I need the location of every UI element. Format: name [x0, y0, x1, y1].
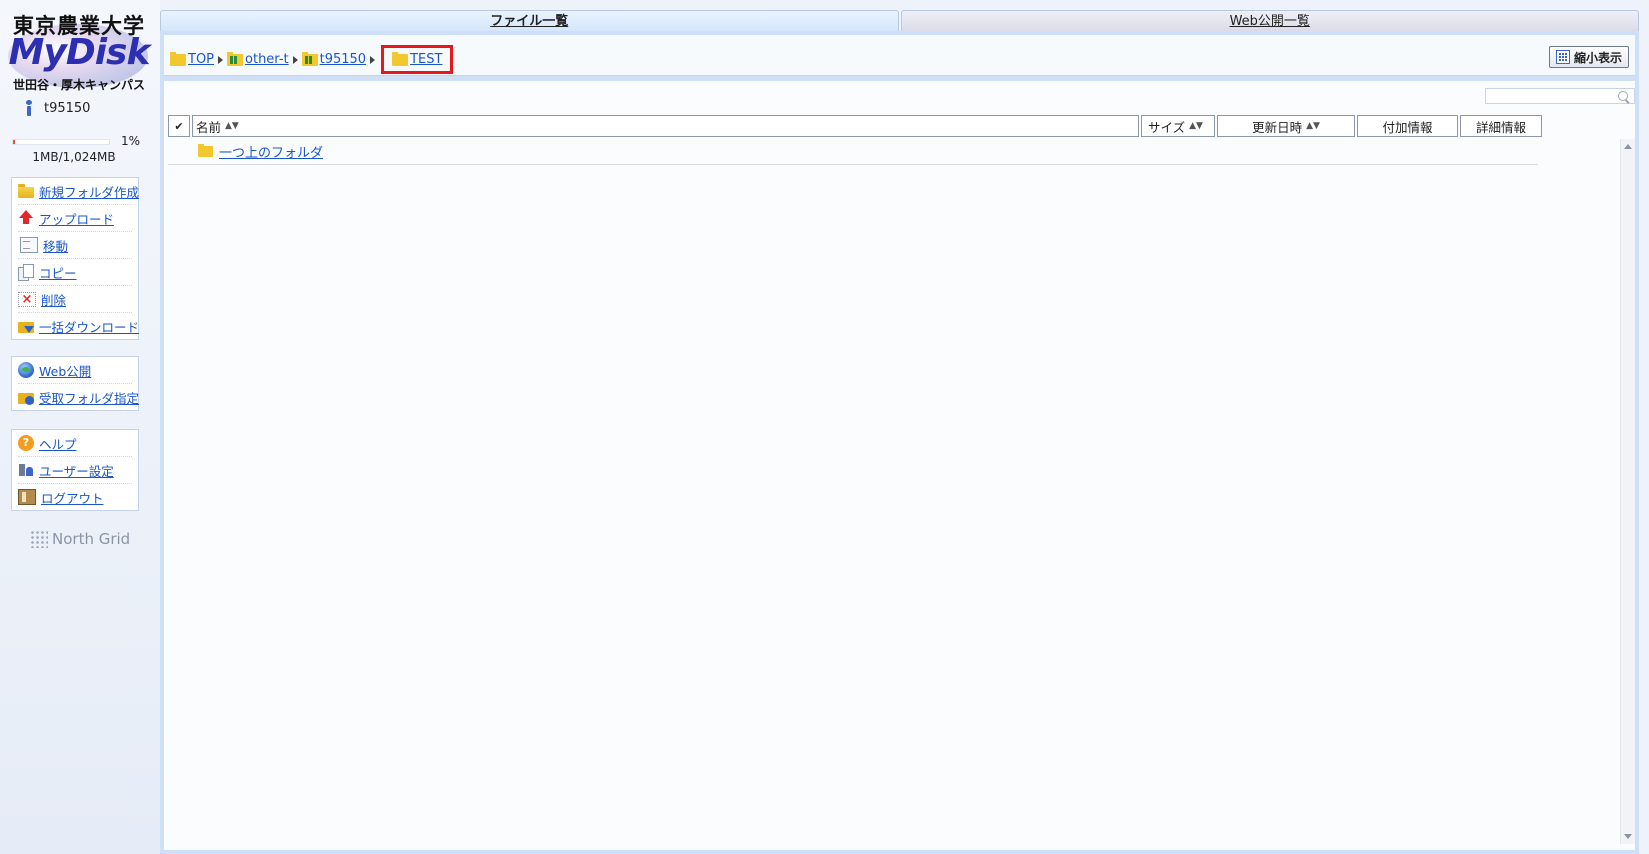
user-icon: [24, 100, 34, 116]
breadcrumb-other-t[interactable]: other-t: [227, 51, 289, 67]
account-menu: ? ヘルプ ユーザー設定 ログアウト: [11, 429, 139, 511]
globe-icon: [18, 362, 34, 378]
logout-icon: [18, 489, 36, 505]
folder-icon: [170, 51, 186, 66]
tab-file-list[interactable]: ファイル一覧: [160, 10, 899, 32]
copy-icon: [18, 264, 34, 281]
list-item[interactable]: 一つ上のフォルダ: [168, 139, 1538, 165]
column-detail-info: 詳細情報: [1460, 115, 1542, 137]
receive-folder-icon: [18, 393, 34, 405]
menu-move-label[interactable]: 移動: [43, 236, 68, 255]
menu-delete-label[interactable]: 削除: [41, 290, 66, 309]
tab-web-publish-list[interactable]: Web公開一覧: [900, 10, 1639, 32]
menu-help[interactable]: ? ヘルプ: [18, 430, 132, 457]
menu-bulk-download[interactable]: 一括ダウンロード: [18, 313, 139, 339]
menu-receive-folder-label[interactable]: 受取フォルダ指定: [39, 388, 139, 407]
quota-percent: 1%: [120, 134, 140, 148]
sort-arrows-icon[interactable]: ▲▼: [1306, 121, 1320, 131]
upload-icon: [18, 210, 34, 226]
user-name: t95150: [44, 100, 91, 116]
breadcrumb-bar: TOP other-t t95150 TEST 縮小表示: [164, 35, 1635, 76]
delete-icon: ×: [18, 291, 36, 307]
breadcrumb-separator-icon: [370, 55, 376, 64]
breadcrumb-t95150[interactable]: t95150: [301, 51, 366, 67]
menu-new-folder-label[interactable]: 新規フォルダ作成: [39, 182, 139, 201]
quota-bar-fill: [13, 140, 15, 144]
menu-move[interactable]: 移動: [18, 232, 132, 259]
north-grid-icon: [30, 530, 48, 548]
sort-arrows-icon[interactable]: ▲▼: [1189, 121, 1203, 131]
breadcrumb: TOP other-t t95150 TEST: [170, 45, 454, 74]
vertical-scrollbar[interactable]: [1620, 139, 1635, 844]
logo-campus-name: 世田谷・厚木キャンパス: [12, 78, 145, 92]
breadcrumb-other-t-label[interactable]: other-t: [245, 52, 289, 67]
menu-receive-folder[interactable]: 受取フォルダ指定: [18, 384, 139, 410]
move-icon: [20, 237, 38, 253]
breadcrumb-separator-icon: [218, 55, 224, 64]
main-content: ファイル一覧 Web公開一覧 TOP other-t t95150 TEST 縮…: [160, 0, 1649, 854]
quota-bar: [12, 139, 110, 145]
column-size[interactable]: サイズ ▲▼: [1141, 115, 1215, 137]
breadcrumb-test[interactable]: TEST: [381, 45, 454, 74]
sidebar: 東京農業大学 MyDisk 世田谷・厚木キャンパス t95150 1% 1MB/…: [0, 0, 160, 854]
help-icon: ?: [18, 435, 34, 451]
menu-user-settings[interactable]: ユーザー設定: [18, 457, 132, 484]
select-all-checkbox[interactable]: ✔: [168, 115, 190, 137]
column-date[interactable]: 更新日時 ▲▼: [1217, 115, 1355, 137]
logo-product-name: MyDisk: [8, 32, 151, 73]
menu-copy[interactable]: コピー: [18, 259, 132, 286]
menu-user-settings-label[interactable]: ユーザー設定: [39, 461, 114, 480]
menu-copy-label[interactable]: コピー: [39, 263, 77, 282]
menu-logout[interactable]: ログアウト: [18, 484, 132, 510]
column-size-label: サイズ: [1148, 119, 1186, 135]
tab-bar: ファイル一覧 Web公開一覧: [160, 10, 1639, 32]
shrink-view-label: 縮小表示: [1573, 50, 1622, 65]
menu-logout-label[interactable]: ログアウト: [41, 488, 104, 507]
menu-delete[interactable]: × 削除: [18, 286, 132, 313]
brand-name: North Grid: [52, 530, 131, 548]
shrink-view-button[interactable]: 縮小表示: [1548, 46, 1629, 68]
file-actions-menu: 新規フォルダ作成 アップロード 移動 コピー × 削除 一括ダウンロード: [11, 177, 139, 340]
column-extra-info: 付加情報: [1357, 115, 1458, 137]
column-name[interactable]: 名前 ▲▼: [192, 115, 1139, 137]
folder-icon: [198, 144, 213, 157]
file-list: 一つ上のフォルダ: [168, 139, 1538, 165]
scroll-up-icon[interactable]: [1624, 144, 1632, 149]
north-grid-logo: North Grid: [30, 530, 130, 548]
publish-menu: Web公開 受取フォルダ指定: [11, 356, 139, 411]
scroll-down-icon[interactable]: [1624, 834, 1632, 839]
content-frame: TOP other-t t95150 TEST 縮小表示 ✔ 名前 ▲▼ サイズ ▲…: [160, 31, 1639, 854]
table-header: ✔ 名前 ▲▼ サイズ ▲▼ 更新日時 ▲▼ 付加情報 詳細情報: [168, 115, 1542, 137]
file-list-area: ✔ 名前 ▲▼ サイズ ▲▼ 更新日時 ▲▼ 付加情報 詳細情報 一つ上のフォルダ: [164, 81, 1635, 850]
menu-web-publish-label[interactable]: Web公開: [39, 361, 91, 380]
parent-folder-link[interactable]: 一つ上のフォルダ: [219, 142, 323, 161]
shared-folder-icon: [227, 51, 244, 66]
menu-web-publish[interactable]: Web公開: [18, 357, 132, 384]
menu-help-label[interactable]: ヘルプ: [39, 434, 77, 453]
quota-size: 1MB/1,024MB: [32, 150, 116, 164]
breadcrumb-separator-icon: [292, 55, 298, 64]
menu-bulk-download-label[interactable]: 一括ダウンロード: [39, 317, 139, 336]
user-info: t95150: [24, 100, 90, 116]
menu-upload[interactable]: アップロード: [18, 205, 132, 232]
breadcrumb-top-label[interactable]: TOP: [188, 52, 214, 67]
breadcrumb-t95150-label[interactable]: t95150: [320, 52, 366, 67]
breadcrumb-test-label[interactable]: TEST: [410, 52, 442, 67]
grid-view-icon: [1555, 50, 1570, 64]
menu-new-folder[interactable]: 新規フォルダ作成: [18, 178, 139, 205]
folder-icon: [392, 51, 409, 66]
mydisk-logo: 東京農業大学 MyDisk 世田谷・厚木キャンパス: [4, 8, 154, 98]
search-input[interactable]: [1485, 88, 1635, 104]
column-name-label: 名前: [196, 119, 222, 135]
user-settings-icon: [18, 462, 34, 478]
menu-upload-label[interactable]: アップロード: [39, 209, 114, 228]
column-date-label: 更新日時: [1252, 119, 1303, 135]
shared-folder-icon: [301, 51, 318, 66]
bulk-download-icon: [18, 322, 34, 333]
sort-arrows-icon[interactable]: ▲▼: [225, 121, 239, 131]
breadcrumb-top[interactable]: TOP: [170, 51, 214, 67]
search-icon[interactable]: [1618, 91, 1628, 101]
new-folder-icon: [18, 184, 34, 198]
